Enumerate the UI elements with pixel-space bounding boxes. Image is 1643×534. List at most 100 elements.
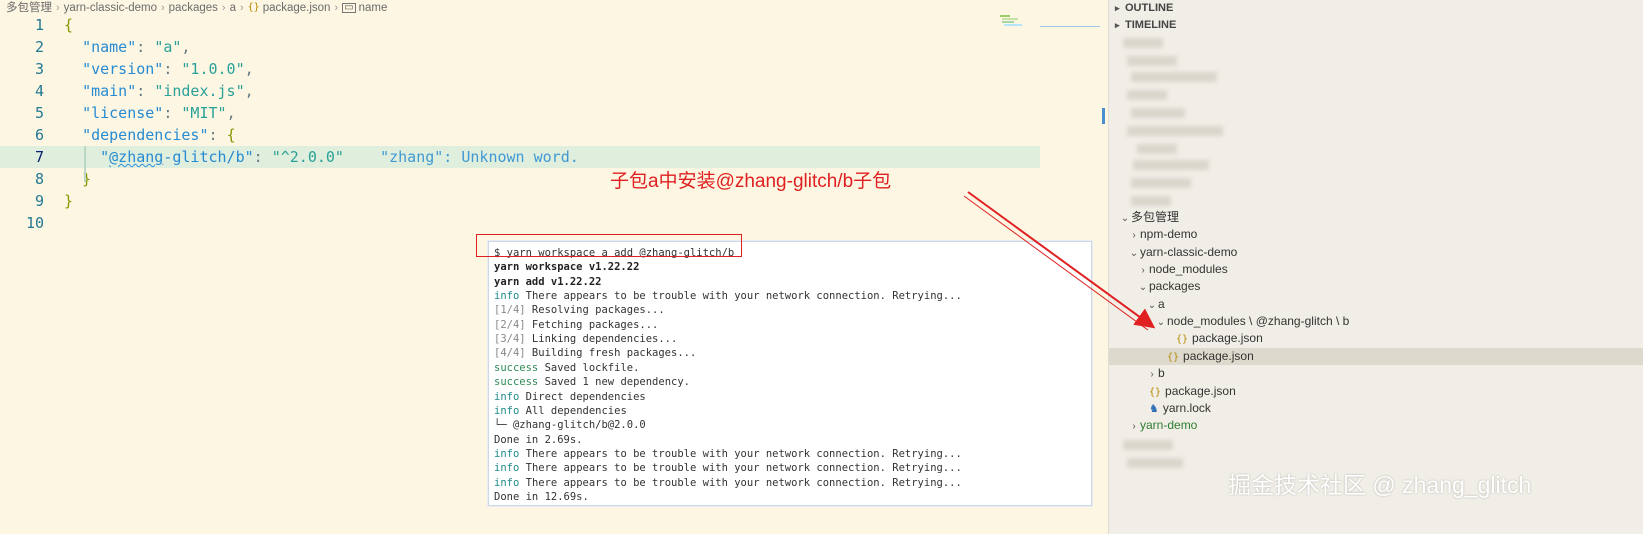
tree-item[interactable]: › b: [1109, 365, 1643, 382]
terminal-line-prefix: info: [494, 390, 520, 403]
tree-item[interactable]: ⌄ node_modules \ @zhang-glitch \ b: [1109, 313, 1643, 330]
code-token: :: [163, 104, 182, 122]
terminal-line-prefix: [1/4]: [494, 304, 526, 317]
terminal-output[interactable]: $ yarn workspace a add @zhang-glitch/b ya…: [488, 241, 1092, 506]
chevron-right-icon: ▸: [1115, 3, 1120, 13]
terminal-line-text: yarn add v1.22.22: [494, 275, 602, 288]
terminal-line: yarn workspace v1.22.22: [494, 260, 639, 274]
terminal-line-prefix: info: [494, 290, 520, 303]
terminal-line-text: There appears to be trouble with your ne…: [519, 476, 962, 489]
terminal-line-text: There appears to be trouble with your ne…: [519, 462, 962, 475]
json-braces-icon: {}: [1167, 351, 1180, 363]
terminal-line: [2/4] Fetching packages...: [494, 318, 658, 332]
blurred-item: [1137, 144, 1177, 154]
code-token: ,: [226, 104, 236, 122]
minimap[interactable]: [1000, 14, 1022, 28]
terminal-line-text: There appears to be trouble with your ne…: [519, 447, 962, 460]
tree-item-label: node_modules: [1149, 262, 1228, 277]
terminal-line-prefix: [4/4]: [494, 347, 526, 360]
chevron-right-icon[interactable]: ›: [1137, 262, 1149, 279]
tree-item[interactable]: ⌄ a: [1109, 296, 1643, 313]
terminal-line-text: Direct dependencies: [519, 390, 646, 403]
line-number: 8: [34, 170, 44, 188]
terminal-line-prefix: [2/4]: [494, 318, 526, 331]
code-token: }: [64, 192, 74, 210]
code-token: {: [226, 126, 236, 144]
code-line-2[interactable]: 2 "name": "a",: [0, 36, 1040, 58]
tree-item-label: node_modules \ @zhang-glitch \ b: [1167, 314, 1350, 329]
tree-item[interactable]: › node_modules: [1109, 261, 1643, 278]
tree-item[interactable]: ⌄ packages: [1109, 278, 1643, 295]
code-line-3[interactable]: 3 "version": "1.0.0",: [0, 58, 1040, 80]
line-number: 7: [34, 148, 44, 166]
tree-item[interactable]: {} package.json: [1109, 347, 1643, 365]
tree-item[interactable]: › npm-demo: [1109, 226, 1643, 243]
line-number: 4: [34, 82, 44, 100]
tree-item[interactable]: ♞ yarn.lock: [1109, 400, 1643, 417]
terminal-line-text: Saved 1 new dependency.: [538, 376, 690, 389]
code-line-7[interactable]: 7 "@zhang-glitch/b": "^2.0.0" "zhang": U…: [0, 146, 1040, 168]
chevron-right-icon[interactable]: ›: [1128, 418, 1140, 435]
json-key: -glitch/b": [163, 148, 254, 166]
terminal-line-text: Resolving packages...: [525, 304, 665, 317]
blurred-item: [1127, 126, 1223, 136]
blurred-item: [1127, 458, 1183, 468]
tree-item-label: package.json: [1192, 331, 1263, 346]
outline-header-label: OUTLINE: [1125, 2, 1174, 14]
chevron-down-icon[interactable]: ⌄: [1119, 210, 1131, 227]
json-braces-icon: {}: [1176, 334, 1189, 346]
outline-header[interactable]: ▸ OUTLINE: [1109, 0, 1173, 17]
code-token: :: [208, 126, 227, 144]
terminal-line: info There appears to be trouble with yo…: [494, 289, 962, 303]
chevron-right-icon[interactable]: ›: [1128, 227, 1140, 244]
json-key: "version": [82, 60, 164, 78]
code-line-9[interactable]: 9}: [0, 190, 1040, 212]
code-token: :: [136, 38, 155, 56]
terminal-line: [3/4] Linking dependencies...: [494, 332, 677, 346]
terminal-line: info There appears to be trouble with yo…: [494, 476, 962, 490]
code-token: ,: [181, 38, 191, 56]
line-number: 5: [34, 104, 44, 122]
line-number: 10: [25, 214, 44, 232]
timeline-header[interactable]: ▸ TIMELINE: [1109, 17, 1176, 34]
chevron-down-icon[interactable]: ⌄: [1146, 297, 1158, 314]
blurred-item: [1131, 72, 1217, 82]
code-line-5[interactable]: 5 "license": "MIT",: [0, 102, 1040, 124]
json-key: "license": [82, 104, 164, 122]
tree-item-label: 多包管理: [1131, 210, 1180, 224]
symbol-field-icon: ▭: [342, 2, 356, 13]
terminal-line-prefix: success: [494, 376, 539, 389]
yarn-lock-icon: ♞: [1149, 402, 1159, 415]
tree-item[interactable]: ⌄ yarn-classic-demo: [1109, 244, 1643, 261]
code-line-4[interactable]: 4 "main": "index.js",: [0, 80, 1040, 102]
blurred-item: [1133, 160, 1209, 170]
terminal-line: info All dependencies: [494, 404, 627, 418]
code-line-1[interactable]: 1{: [0, 14, 1040, 36]
line-number: 9: [34, 192, 44, 210]
terminal-line-text: There appears to be trouble with your ne…: [519, 290, 962, 303]
chevron-right-icon[interactable]: ›: [1146, 366, 1158, 383]
chevron-down-icon[interactable]: ⌄: [1128, 245, 1140, 262]
line-number: 6: [34, 126, 44, 144]
tree-item[interactable]: › yarn-demo: [1109, 417, 1643, 434]
terminal-line-text: All dependencies: [519, 404, 627, 417]
chevron-down-icon[interactable]: ⌄: [1137, 279, 1149, 296]
tree-item-label: a: [1158, 296, 1165, 311]
terminal-line-prefix: success: [494, 361, 539, 374]
json-value: "MIT": [181, 104, 227, 122]
terminal-line: Done in 12.69s.: [494, 490, 589, 504]
tree-item[interactable]: {} package.json: [1109, 330, 1643, 347]
spelling-error[interactable]: @zhang: [109, 148, 163, 166]
terminal-line: └─ @zhang-glitch/b@2.0.0: [494, 418, 646, 432]
chevron-down-icon[interactable]: ⌄: [1155, 314, 1167, 331]
code-line-6[interactable]: 6 "dependencies": {: [0, 124, 1040, 146]
code-token: :: [253, 148, 272, 166]
terminal-line-text: Building fresh packages...: [525, 347, 697, 360]
terminal-line-text: Saved lockfile.: [538, 361, 640, 374]
tree-item[interactable]: {} package.json: [1109, 383, 1643, 400]
inline-diagnostic: "zhang": Unknown word.: [380, 148, 579, 166]
json-value: "index.js": [154, 82, 245, 100]
json-value: "a": [154, 38, 182, 56]
code-line-10[interactable]: 10: [0, 212, 1040, 234]
tree-item[interactable]: ⌄ 多包管理: [1109, 209, 1643, 226]
